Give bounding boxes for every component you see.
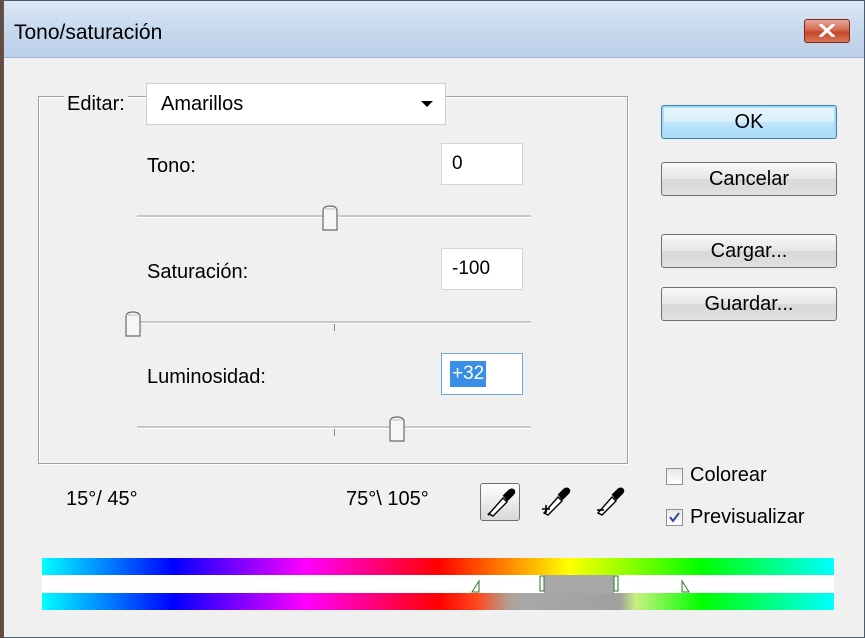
range-left-degrees: 15°/ 45° — [66, 488, 138, 510]
input-color-spectrum — [42, 558, 834, 575]
range-left-falloff-handle — [471, 579, 480, 593]
close-icon — [819, 24, 835, 37]
range-slider-markers[interactable] — [42, 575, 834, 593]
saturation-slider-thumb[interactable] — [125, 311, 141, 337]
cancel-button[interactable]: Cancelar — [661, 162, 837, 196]
colorize-checkbox[interactable] — [666, 468, 683, 485]
hue-saturation-dialog: Tono/saturación Editar: Amarillos Tono: … — [3, 0, 865, 638]
close-button[interactable] — [804, 19, 850, 43]
eyedropper-icon — [487, 488, 516, 517]
lightness-slider-center-tick — [334, 429, 335, 436]
lightness-slider-thumb[interactable] — [389, 416, 405, 442]
hue-input[interactable]: 0 — [441, 143, 523, 185]
edit-group-box — [38, 96, 628, 464]
edit-label: Editar: — [64, 93, 128, 116]
eyedropper-plus-icon — [542, 487, 571, 516]
window-title: Tono/saturación — [14, 21, 163, 44]
edit-channel-select[interactable]: Amarillos — [146, 83, 446, 125]
lightness-input[interactable]: +32 — [441, 353, 523, 395]
edit-select-value: Amarillos — [161, 93, 244, 115]
preview-checkbox[interactable] — [666, 509, 683, 526]
colorize-label[interactable]: Colorear — [690, 464, 767, 487]
dialog-body: Editar: Amarillos Tono: 0 Saturación: -1… — [4, 58, 864, 637]
title-bar[interactable]: Tono/saturación — [4, 1, 864, 58]
hue-value: 0 — [452, 153, 463, 174]
save-button[interactable]: Guardar... — [661, 287, 837, 321]
saturation-input[interactable]: -100 — [441, 248, 523, 290]
output-color-spectrum — [42, 593, 834, 610]
range-right-falloff-handle — [681, 579, 690, 593]
range-left-inner-handle — [539, 575, 545, 592]
eyedropper-minus-icon — [596, 487, 625, 516]
hue-slider-thumb[interactable] — [322, 205, 338, 231]
range-right-inner-handle — [613, 575, 619, 592]
range-right-degrees: 75°\ 105° — [346, 488, 429, 510]
hue-label: Tono: — [147, 155, 196, 177]
saturation-slider-center-tick — [334, 324, 335, 331]
chevron-down-icon — [421, 101, 433, 107]
load-button[interactable]: Cargar... — [661, 234, 837, 268]
ok-button[interactable]: OK — [661, 105, 837, 139]
eyedropper-tool-button[interactable] — [480, 483, 520, 521]
saturation-value: -100 — [452, 258, 491, 279]
lightness-label: Luminosidad: — [147, 366, 266, 388]
saturation-label: Saturación: — [147, 261, 249, 283]
checkmark-icon — [669, 512, 680, 523]
lightness-value: +32 — [450, 361, 487, 387]
preview-label[interactable]: Previsualizar — [690, 506, 804, 529]
subtract-from-sample-tool[interactable] — [590, 483, 630, 521]
add-to-sample-tool[interactable] — [536, 483, 576, 521]
